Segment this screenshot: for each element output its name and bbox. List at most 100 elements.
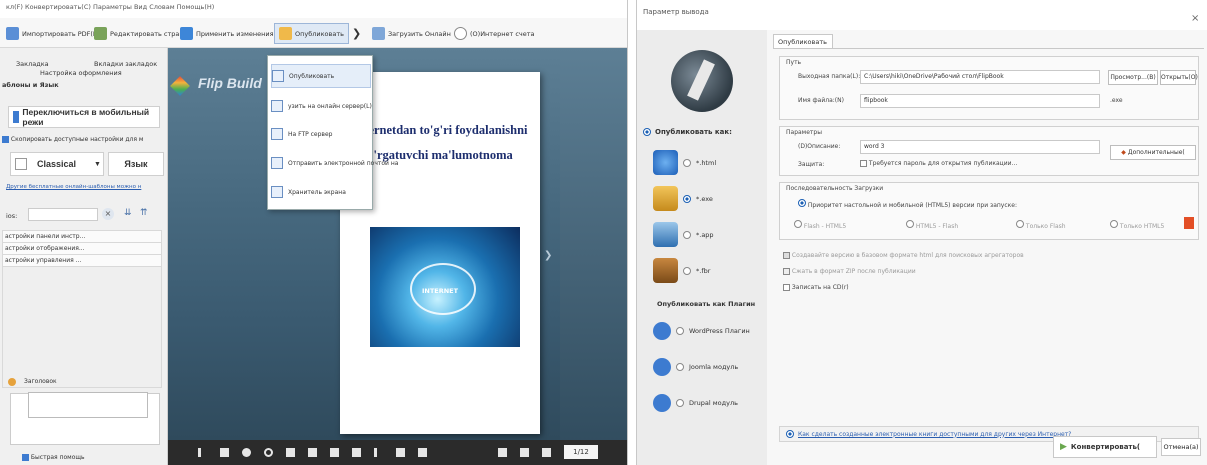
toggle-icon[interactable] — [198, 448, 201, 457]
copy-settings-option[interactable]: Скопировать доступные настройки для м — [2, 136, 143, 143]
quick-help-checkbox[interactable] — [22, 454, 29, 461]
edit-pages-icon — [94, 27, 107, 40]
upload-online-button[interactable]: Загрузить Онлайн — [372, 23, 451, 44]
apply-changes-button[interactable]: Применить изменения — [180, 23, 274, 44]
exe-radio[interactable] — [683, 194, 691, 203]
app-radio[interactable] — [683, 230, 691, 239]
password-option[interactable]: Требуется пароль для открытия публикации… — [860, 160, 1017, 167]
dropdown-screensaver[interactable]: Хранитель экрана — [271, 180, 371, 204]
drupal-radio[interactable] — [676, 399, 684, 407]
advanced-button[interactable]: ◆ Дополнительные( — [1110, 145, 1196, 160]
publish-dropdown: Опубликовать узить на онлайн сервер(L) Н… — [267, 55, 398, 210]
email-icon[interactable] — [330, 448, 339, 457]
plugin-drupal-option[interactable]: Drupal модуль — [653, 394, 738, 412]
theme-select[interactable]: Classical ▼ — [10, 152, 104, 176]
menu-bar[interactable]: кл(F) Конвертировать(C) Параметры Вид Сл… — [0, 0, 627, 18]
free-templates-link[interactable]: Другие бесплатные онлайн-шаблоны можно н — [6, 184, 141, 190]
expand-icon[interactable]: ⇊ — [124, 208, 132, 218]
cloud-icon — [454, 27, 467, 40]
description-field[interactable]: word 3 — [860, 140, 1100, 154]
fbr-format-icon — [653, 258, 678, 283]
search-input[interactable] — [28, 208, 98, 221]
load-flash-only-option[interactable]: Только Flash — [1016, 220, 1066, 230]
burn-cd-option[interactable]: Записать на CD(r) — [783, 284, 849, 291]
dropdown-upload-online[interactable]: узить на онлайн сервер(L) — [271, 94, 372, 118]
quick-help-option[interactable]: Быстрая помощь — [22, 454, 85, 461]
title-input-box[interactable] — [28, 392, 148, 418]
next-page-icon[interactable] — [542, 448, 551, 457]
joomla-icon — [653, 358, 671, 376]
sound-icon[interactable] — [286, 448, 295, 457]
dropdown-ftp[interactable]: На FTP сервер — [271, 122, 371, 146]
plugin-wordpress-option[interactable]: WordPress Плагин — [653, 322, 750, 340]
dropdown-email[interactable]: Отправить электронной почтой на — [271, 151, 398, 175]
language-button[interactable]: Язык — [108, 152, 164, 176]
html-radio[interactable] — [683, 158, 691, 167]
app-format-icon — [653, 222, 678, 247]
output-folder-field[interactable]: C:\Users\hiki\OneDrive\Рабочий стол\Flip… — [860, 70, 1100, 84]
zip-option[interactable]: Сжать в формат ZIP после публикации — [783, 268, 916, 275]
load-html5-flash-option[interactable]: HTML5 - Flash — [906, 220, 958, 230]
copy-settings-checkbox[interactable] — [2, 136, 9, 143]
next-page-arrow-icon[interactable]: ❯ — [544, 250, 552, 261]
format-exe-option[interactable]: *.exe — [653, 186, 713, 211]
thumbnails-icon[interactable] — [220, 448, 229, 457]
tab-bookmarks[interactable]: Вкладки закладок — [94, 60, 157, 68]
help-icon[interactable] — [242, 448, 251, 457]
output-settings-dialog: Параметр вывода × Опубликовать как: *.ht… — [636, 0, 1207, 465]
title-icon — [8, 378, 16, 386]
plugin-joomla-option[interactable]: Joomla модуль — [653, 358, 738, 376]
tree-row-display[interactable]: астройки отображения... — [3, 243, 161, 255]
mobile-icon — [13, 111, 20, 123]
fbr-radio[interactable] — [683, 266, 691, 275]
format-fbr-option[interactable]: *.fbr — [653, 258, 710, 283]
convert-button[interactable]: ▶ Конвертировать( — [1053, 436, 1157, 458]
internet-account-button[interactable]: (О)Интернет счета — [454, 23, 535, 44]
mobile-mode-button[interactable]: Переключиться в мобильный режи — [8, 106, 160, 128]
print-icon[interactable] — [352, 448, 361, 457]
format-html-option[interactable]: *.html — [653, 150, 716, 175]
password-checkbox[interactable] — [860, 160, 867, 167]
collapse-icon[interactable]: ⇈ — [140, 208, 148, 218]
dropdown-publish[interactable]: Опубликовать — [271, 64, 371, 88]
cancel-button[interactable]: Отмена(a) — [1161, 438, 1201, 456]
tab-publish[interactable]: Опубликовать — [773, 34, 833, 48]
publish-icon — [272, 70, 284, 82]
text-icon[interactable] — [374, 448, 377, 457]
load-html5-only-option[interactable]: Только HTML5 — [1110, 220, 1164, 230]
search-label: ios: — [6, 212, 18, 220]
page-counter[interactable]: 1/12 — [564, 445, 598, 459]
tree-row-controls[interactable]: астройки управления ... — [3, 255, 161, 267]
help-link[interactable]: Как сделать созданные электронные книги … — [798, 431, 1071, 438]
publish-button[interactable]: Опубликовать — [274, 23, 349, 44]
close-button[interactable]: × — [1191, 13, 1199, 24]
tree-row-toolbar[interactable]: астройки панели инстр... — [3, 231, 161, 243]
browse-button[interactable]: Просмотр...(B) — [1108, 70, 1158, 85]
prev-page-icon[interactable] — [520, 448, 529, 457]
share-icon[interactable] — [308, 448, 317, 457]
grid-icon[interactable] — [396, 448, 405, 457]
wordpress-radio[interactable] — [676, 327, 684, 335]
path-group: Путь Выходная папка(L): C:\Users\hiki\On… — [779, 56, 1199, 120]
create-base-option[interactable]: Создавайте версию в базовом формате html… — [783, 252, 1024, 259]
first-page-icon[interactable] — [498, 448, 507, 457]
play-icon: ▶ — [1060, 442, 1067, 452]
filename-field[interactable]: flipbook — [860, 94, 1100, 108]
advanced-icon: ◆ — [1121, 149, 1126, 156]
path-group-label: Путь — [786, 59, 802, 66]
exe-format-icon — [653, 186, 678, 211]
import-pdf-button[interactable]: Импортировать PDF(I) — [6, 23, 97, 44]
load-flash-html5-option[interactable]: Flash - HTML5 — [794, 220, 846, 230]
joomla-radio[interactable] — [676, 363, 684, 371]
format-app-option[interactable]: *.app — [653, 222, 714, 247]
zoom-icon[interactable] — [264, 448, 273, 457]
open-button[interactable]: Открыть(O) — [1160, 70, 1198, 85]
load-order-group: Последовательность Загрузки Приоритет на… — [779, 182, 1199, 240]
output-folder-label: Выходная папка(L): — [798, 73, 861, 80]
tab-templates[interactable]: Закладка — [16, 60, 49, 68]
fullscreen-icon[interactable] — [418, 448, 427, 457]
html-format-icon — [653, 150, 678, 175]
edit-pages-button[interactable]: Редактировать страниц — [94, 23, 192, 44]
priority-text: Приоритет настольной и мобильной (HTML5)… — [798, 199, 1017, 209]
clear-search-icon[interactable]: × — [102, 208, 114, 220]
